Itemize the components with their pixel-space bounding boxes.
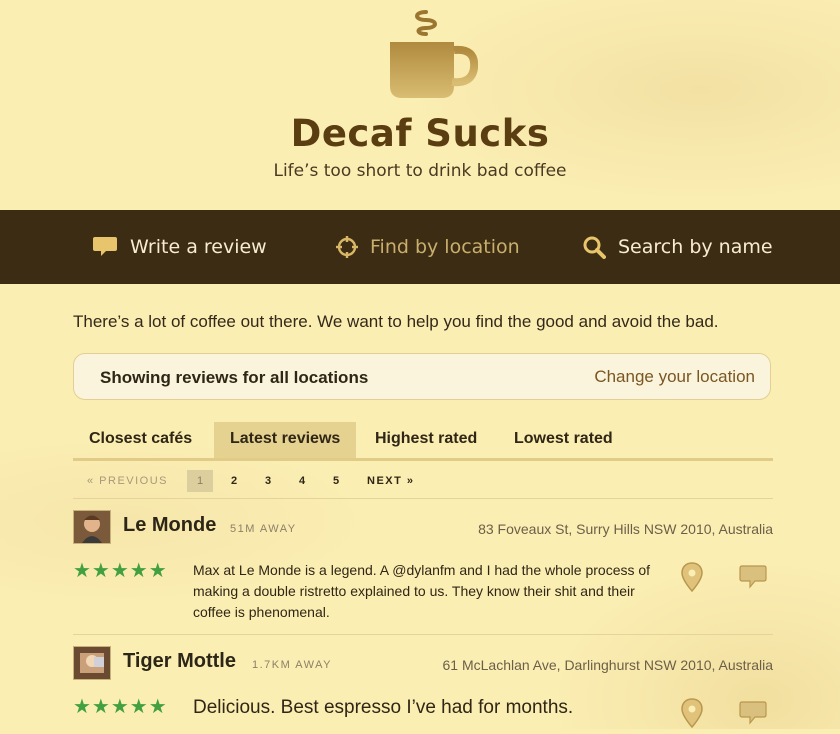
- nav-find-location-label: Find by location: [370, 236, 520, 258]
- distance-label: 51M AWAY: [230, 523, 297, 535]
- map-pin-icon[interactable]: [681, 562, 703, 592]
- review-tabs: Closest cafés Latest reviews Highest rat…: [73, 422, 773, 461]
- tagline: Life’s too short to drink bad coffee: [273, 161, 567, 181]
- cafe-name[interactable]: Tiger Mottle: [123, 650, 236, 673]
- star-rating: ★★★★★: [73, 696, 168, 718]
- nav-search-name-label: Search by name: [618, 236, 773, 258]
- nav-find-location[interactable]: Find by location: [336, 210, 520, 284]
- star-rating: ★★★★★: [73, 560, 168, 582]
- review-item: Tiger Mottle 1.7KM AWAY 61 McLachlan Ave…: [73, 644, 773, 734]
- review-text: Delicious. Best espresso I’ve had for mo…: [193, 697, 574, 718]
- cafe-name[interactable]: Le Monde: [123, 514, 216, 537]
- nav-write-review-label: Write a review: [130, 236, 267, 258]
- avatar[interactable]: [73, 646, 111, 680]
- tab-closest-cafes[interactable]: Closest cafés: [73, 422, 208, 458]
- pagination-next[interactable]: NEXT »: [367, 470, 415, 492]
- pagination-page-2[interactable]: 2: [231, 470, 239, 492]
- pagination-page-4[interactable]: 4: [299, 470, 307, 492]
- site-header: Decaf Sucks Life’s too short to drink ba…: [0, 0, 840, 210]
- pagination-page-5[interactable]: 5: [333, 470, 341, 492]
- crosshair-icon: [336, 236, 358, 258]
- review-text: Max at Le Monde is a legend. A @dylanfm …: [193, 562, 651, 620]
- comment-bubble-icon[interactable]: [739, 700, 767, 726]
- location-box: Showing reviews for all locations Change…: [73, 353, 771, 400]
- review-item: Le Monde 51M AWAY 83 Foveaux St, Surry H…: [73, 508, 773, 635]
- nav-write-review[interactable]: Write a review: [92, 210, 267, 284]
- pagination-previous[interactable]: « PREVIOUS: [87, 470, 168, 492]
- tab-highest-rated[interactable]: Highest rated: [359, 422, 493, 458]
- nav-search-name[interactable]: Search by name: [582, 210, 773, 284]
- address: 61 McLachlan Ave, Darlinghurst NSW 2010,…: [442, 657, 773, 673]
- tab-latest-reviews[interactable]: Latest reviews: [214, 422, 357, 458]
- distance-label: 1.7KM AWAY: [252, 659, 333, 671]
- map-pin-icon[interactable]: [681, 698, 703, 728]
- pagination-page-1[interactable]: 1: [187, 470, 213, 492]
- location-status: Showing reviews for all locations: [100, 368, 369, 387]
- magnifier-icon: [583, 236, 606, 259]
- avatar[interactable]: [73, 510, 111, 544]
- pagination: « PREVIOUS 1 2 3 4 5 NEXT »: [73, 466, 773, 499]
- tab-lowest-rated[interactable]: Lowest rated: [498, 422, 629, 458]
- site-title: Decaf Sucks: [290, 112, 550, 155]
- comment-bubble-icon[interactable]: [739, 564, 767, 590]
- pagination-page-3[interactable]: 3: [265, 470, 273, 492]
- intro-text: There’s a lot of coffee out there. We wa…: [73, 312, 719, 331]
- coffee-cup-icon[interactable]: [386, 6, 478, 102]
- address: 83 Foveaux St, Surry Hills NSW 2010, Aus…: [478, 521, 773, 537]
- main-nav: Write a review Find by location Search b…: [0, 210, 840, 284]
- speech-bubble-icon: [93, 237, 117, 256]
- change-location-link[interactable]: Change your location: [594, 367, 755, 387]
